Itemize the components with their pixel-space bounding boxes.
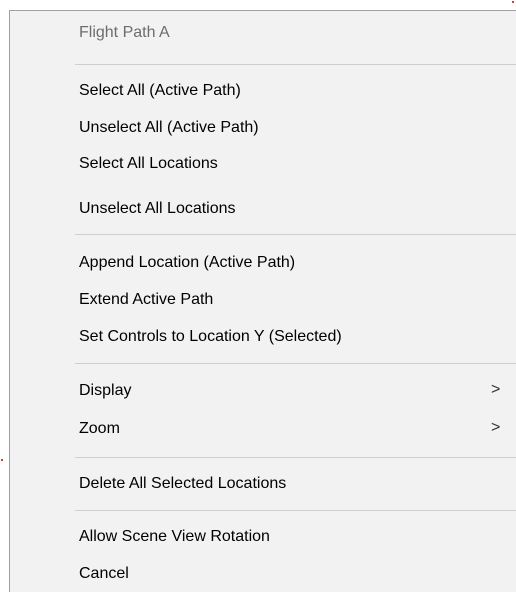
menu-item-append-location[interactable]: Append Location (Active Path) bbox=[11, 248, 516, 278]
menu-item-display[interactable]: Display > bbox=[11, 376, 516, 406]
chevron-right-icon: > bbox=[491, 381, 501, 398]
menu-item-label: Display bbox=[79, 382, 132, 399]
menu-item-set-controls-to-location[interactable]: Set Controls to Location Y (Selected) bbox=[11, 322, 516, 352]
menu-separator bbox=[75, 457, 516, 458]
menu-item-label: Extend Active Path bbox=[79, 291, 214, 308]
menu-item-delete-all-selected-locations[interactable]: Delete All Selected Locations bbox=[11, 469, 516, 499]
menu-item-allow-scene-view-rotation[interactable]: Allow Scene View Rotation bbox=[11, 522, 516, 552]
menu-item-unselect-all-active-path[interactable]: Unselect All (Active Path) bbox=[11, 113, 516, 143]
background-fleck bbox=[512, 1, 514, 3]
backdrop-left bbox=[0, 0, 8, 592]
chevron-right-icon: > bbox=[491, 419, 501, 436]
menu-item-unselect-all-locations[interactable]: Unselect All Locations bbox=[11, 194, 516, 224]
menu-item-cancel[interactable]: Cancel bbox=[11, 559, 516, 589]
menu-item-label: Append Location (Active Path) bbox=[79, 254, 296, 271]
menu-item-label: Select All (Active Path) bbox=[79, 82, 241, 99]
menu-item-extend-active-path[interactable]: Extend Active Path bbox=[11, 285, 516, 315]
context-menu: Flight Path A Select All (Active Path) U… bbox=[9, 10, 516, 592]
menu-item-label: Allow Scene View Rotation bbox=[79, 528, 270, 545]
menu-separator bbox=[75, 234, 516, 235]
menu-item-label: Cancel bbox=[79, 565, 129, 582]
menu-item-select-all-locations[interactable]: Select All Locations bbox=[11, 149, 516, 179]
menu-item-select-all-active-path[interactable]: Select All (Active Path) bbox=[11, 76, 516, 106]
menu-item-label: Unselect All (Active Path) bbox=[79, 119, 259, 136]
menu-separator bbox=[75, 363, 516, 364]
menu-item-zoom[interactable]: Zoom > bbox=[11, 414, 516, 444]
menu-title: Flight Path A bbox=[79, 24, 170, 41]
menu-item-label: Unselect All Locations bbox=[79, 200, 236, 217]
menu-item-label: Delete All Selected Locations bbox=[79, 475, 287, 492]
background-fleck bbox=[1, 459, 3, 461]
menu-item-label: Set Controls to Location Y (Selected) bbox=[79, 328, 342, 345]
menu-separator bbox=[75, 510, 516, 511]
menu-item-label: Select All Locations bbox=[79, 155, 218, 172]
backdrop-top bbox=[0, 0, 516, 8]
menu-separator bbox=[75, 64, 516, 65]
menu-item-label: Zoom bbox=[79, 420, 120, 437]
